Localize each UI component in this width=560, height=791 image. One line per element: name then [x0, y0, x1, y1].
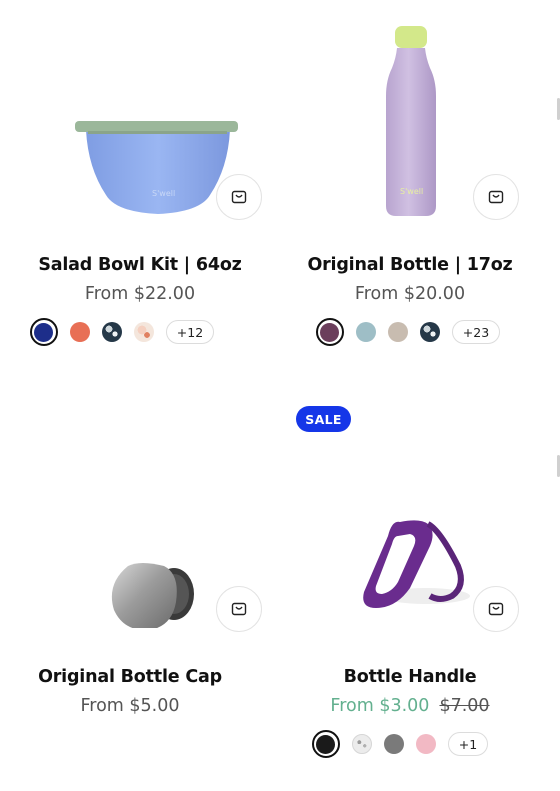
more-colors-button[interactable]: +23	[451, 320, 501, 344]
swatch[interactable]	[351, 734, 372, 754]
swatch[interactable]	[355, 322, 376, 342]
svg-text:S'well: S'well	[152, 189, 175, 198]
add-to-cart-button[interactable]	[473, 586, 519, 632]
swatch[interactable]	[415, 734, 436, 754]
swatch[interactable]	[419, 322, 440, 342]
product-card-bottle-cap[interactable]: Original Bottle Cap From $5.00	[0, 396, 280, 791]
product-title[interactable]: Salad Bowl Kit | 64oz	[0, 255, 280, 275]
swatch[interactable]	[69, 322, 90, 342]
swatch-selected[interactable]	[315, 318, 344, 346]
swatch-selected[interactable]	[311, 730, 340, 758]
original-price: $7.00	[439, 696, 490, 716]
more-colors-button[interactable]: +1	[447, 732, 489, 756]
color-swatches: +23	[268, 318, 548, 346]
swatch-selected[interactable]	[29, 318, 58, 346]
add-to-cart-button[interactable]	[216, 586, 262, 632]
color-swatches: +1	[260, 730, 540, 758]
product-price: From $20.00	[354, 284, 466, 304]
product-card-salad-bowl[interactable]: S'well Salad Bowl Kit | 64oz From $22.00…	[0, 0, 280, 395]
product-title[interactable]: Original Bottle | 17oz	[270, 255, 550, 275]
color-swatches: +12	[0, 318, 262, 346]
add-to-cart-button[interactable]	[216, 174, 262, 220]
shopping-bag-icon	[488, 602, 504, 616]
more-colors-button[interactable]: +12	[165, 320, 215, 344]
shopping-bag-icon	[231, 190, 247, 204]
product-image-handle[interactable]	[280, 396, 560, 628]
add-to-cart-button[interactable]	[473, 174, 519, 220]
sale-price: From $3.00	[330, 696, 430, 716]
swatch[interactable]	[387, 322, 408, 342]
shopping-bag-icon	[231, 602, 247, 616]
svg-text:S'well: S'well	[400, 187, 423, 196]
swatch[interactable]	[383, 734, 404, 754]
product-price: From $5.00	[80, 696, 180, 716]
product-price: From $3.00 $7.00	[270, 696, 550, 716]
swatch[interactable]	[101, 322, 122, 342]
product-card-bottle-handle[interactable]: Bottle Handle From $3.00 $7.00 +1	[280, 396, 560, 791]
swatch[interactable]	[133, 322, 154, 342]
product-price: From $22.00	[84, 284, 196, 304]
product-title[interactable]: Bottle Handle	[270, 667, 550, 687]
shopping-bag-icon	[488, 190, 504, 204]
product-title[interactable]: Original Bottle Cap	[0, 667, 270, 687]
product-card-original-bottle[interactable]: S'well Original Bottle | 17oz From $20.0…	[280, 0, 560, 395]
